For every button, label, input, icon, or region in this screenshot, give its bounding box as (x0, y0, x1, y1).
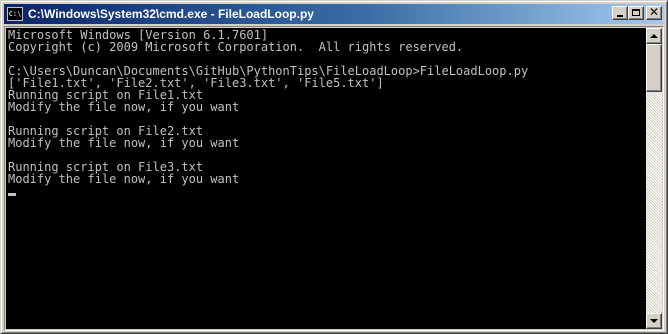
console-line: Modify the file now, if you want (8, 172, 240, 186)
close-button[interactable]: ✕ (646, 5, 662, 20)
client-area: Microsoft Windows [Version 6.1.7601] Cop… (4, 26, 664, 331)
window-title: C:\Windows\System32\cmd.exe - FileLoadLo… (28, 7, 314, 21)
scroll-up-button[interactable] (646, 28, 662, 44)
cmd-icon[interactable]: C:\ (7, 7, 23, 21)
vertical-scrollbar[interactable] (646, 28, 662, 329)
minimize-button[interactable] (612, 6, 628, 20)
scrollbar-thumb[interactable] (646, 44, 662, 92)
title-bar[interactable]: C:\ C:\Windows\System32\cmd.exe - FileLo… (4, 4, 664, 24)
arrow-down-icon (650, 319, 658, 323)
console-line: Modify the file now, if you want (8, 136, 240, 150)
cmd-icon-text: C:\ (8, 9, 22, 18)
arrow-up-icon (650, 34, 658, 38)
console-line: Copyright (c) 2009 Microsoft Corporation… (8, 40, 464, 54)
console-output[interactable]: Microsoft Windows [Version 6.1.7601] Cop… (6, 28, 646, 329)
scroll-down-button[interactable] (646, 313, 662, 329)
console-window: C:\ C:\Windows\System32\cmd.exe - FileLo… (0, 0, 668, 334)
maximize-icon (632, 9, 640, 16)
maximize-button[interactable] (628, 6, 644, 20)
window-controls: ✕ (612, 5, 662, 20)
minimize-icon (617, 15, 623, 17)
cursor-line (8, 185, 646, 197)
console-line: Modify the file now, if you want (8, 100, 240, 114)
close-icon: ✕ (648, 5, 660, 19)
text-cursor (8, 193, 16, 196)
